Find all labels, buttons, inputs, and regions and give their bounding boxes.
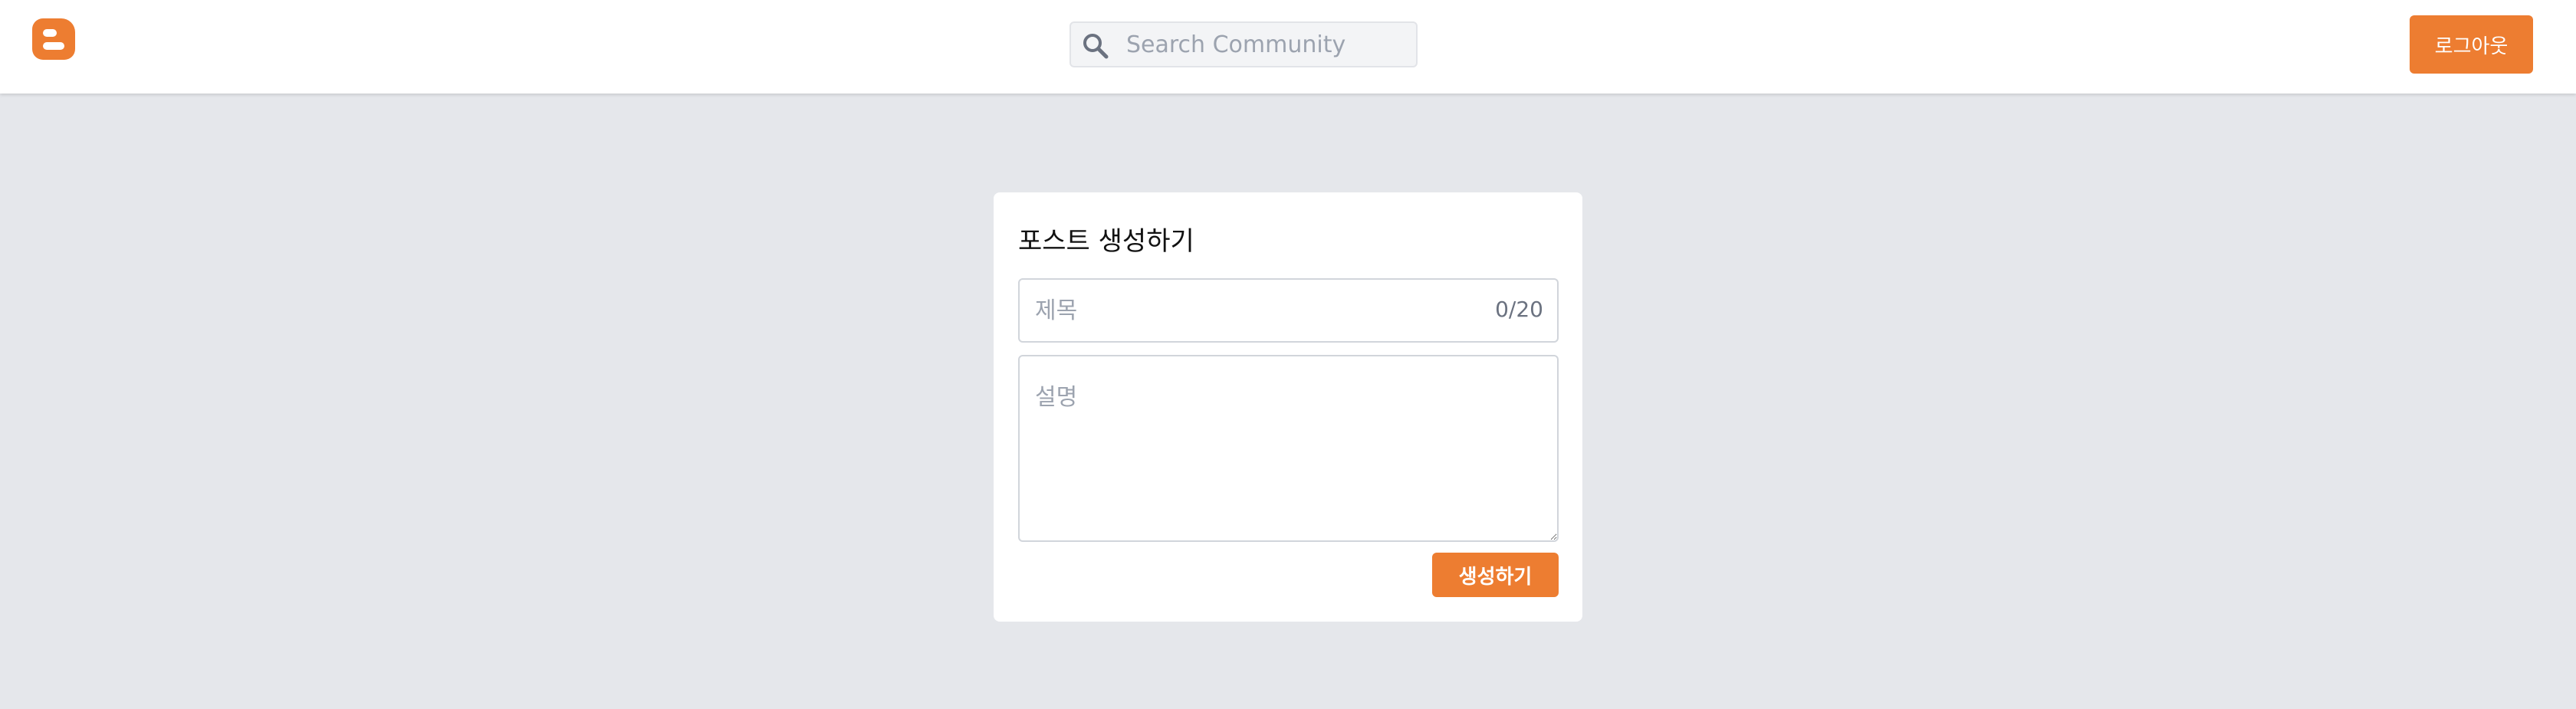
top-navbar: 로그아웃: [0, 0, 2576, 94]
page-title: 포스트 생성하기: [1018, 226, 1194, 257]
logo-bar-bottom: [43, 42, 64, 50]
logo-bar-top: [43, 29, 57, 37]
search-icon: [1083, 34, 1109, 59]
title-input[interactable]: [1035, 280, 1464, 341]
blogger-logo-icon[interactable]: [32, 18, 75, 60]
create-post-button[interactable]: 생성하기: [1432, 553, 1559, 597]
title-field[interactable]: 0/20: [1018, 278, 1559, 343]
description-textarea[interactable]: [1018, 355, 1559, 542]
search-box[interactable]: [1070, 21, 1418, 67]
logout-button[interactable]: 로그아웃: [2410, 15, 2533, 74]
title-char-counter: 0/20: [1495, 297, 1543, 322]
search-input[interactable]: [1126, 23, 1410, 66]
create-post-card: 포스트 생성하기 0/20 생성하기: [994, 192, 1582, 622]
